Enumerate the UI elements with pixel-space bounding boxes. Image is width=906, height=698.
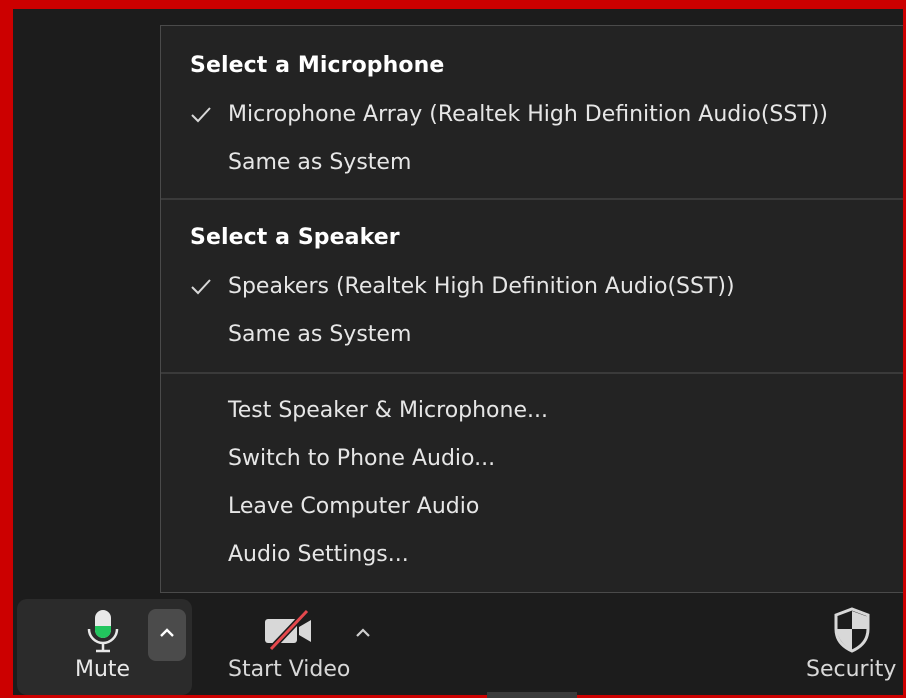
microphone-section: Select a Microphone Microphone Array (Re… xyxy=(161,26,903,198)
mute-button-group: Mute xyxy=(17,599,192,695)
speaker-option-same-as-system[interactable]: Same as System xyxy=(161,313,903,357)
menu-item-label: Audio Settings... xyxy=(228,542,409,567)
speaker-option-speakers[interactable]: Speakers (Realtek High Definition Audio(… xyxy=(161,265,903,309)
security-button[interactable]: Security xyxy=(798,599,903,695)
switch-to-phone-audio-item[interactable]: Switch to Phone Audio... xyxy=(161,437,903,481)
microphone-icon xyxy=(87,610,119,653)
security-label: Security xyxy=(806,657,897,682)
audio-settings-item[interactable]: Audio Settings... xyxy=(161,533,903,577)
checkmark-icon xyxy=(191,279,211,295)
speaker-option-label: Speakers (Realtek High Definition Audio(… xyxy=(228,274,735,299)
menu-item-label: Switch to Phone Audio... xyxy=(228,446,496,471)
speaker-heading: Select a Speaker xyxy=(190,225,400,250)
audio-options-menu: Select a Microphone Microphone Array (Re… xyxy=(160,25,903,594)
speaker-option-label: Same as System xyxy=(228,322,412,347)
start-video-button[interactable]: Start Video xyxy=(218,599,353,695)
checkmark-icon xyxy=(191,107,211,123)
audio-options-toggle[interactable] xyxy=(148,609,186,661)
mute-label: Mute xyxy=(75,657,131,682)
chevron-up-icon xyxy=(160,628,174,637)
menu-item-label: Leave Computer Audio xyxy=(228,494,480,519)
window-edge-indicator xyxy=(487,692,577,698)
leave-computer-audio-item[interactable]: Leave Computer Audio xyxy=(161,485,903,529)
shield-icon xyxy=(834,607,870,653)
microphone-option-same-as-system[interactable]: Same as System xyxy=(161,141,903,185)
speaker-section: Select a Speaker Speakers (Realtek High … xyxy=(161,200,903,372)
video-off-icon xyxy=(265,609,311,652)
mute-button[interactable]: Mute xyxy=(17,599,145,695)
meeting-toolbar: Mute Start Video Security xyxy=(13,594,903,695)
test-speaker-microphone-item[interactable]: Test Speaker & Microphone... xyxy=(161,389,903,433)
microphone-heading: Select a Microphone xyxy=(190,53,445,78)
microphone-option-label: Microphone Array (Realtek High Definitio… xyxy=(228,102,828,127)
audio-actions-section: Test Speaker & Microphone... Switch to P… xyxy=(161,374,903,594)
menu-item-label: Test Speaker & Microphone... xyxy=(228,398,548,423)
start-video-label: Start Video xyxy=(228,657,351,682)
chevron-up-icon xyxy=(356,628,370,637)
microphone-option-array[interactable]: Microphone Array (Realtek High Definitio… xyxy=(161,93,903,137)
video-options-toggle[interactable] xyxy=(344,609,382,661)
app-window: Select a Microphone Microphone Array (Re… xyxy=(0,0,906,698)
microphone-option-label: Same as System xyxy=(228,150,412,175)
